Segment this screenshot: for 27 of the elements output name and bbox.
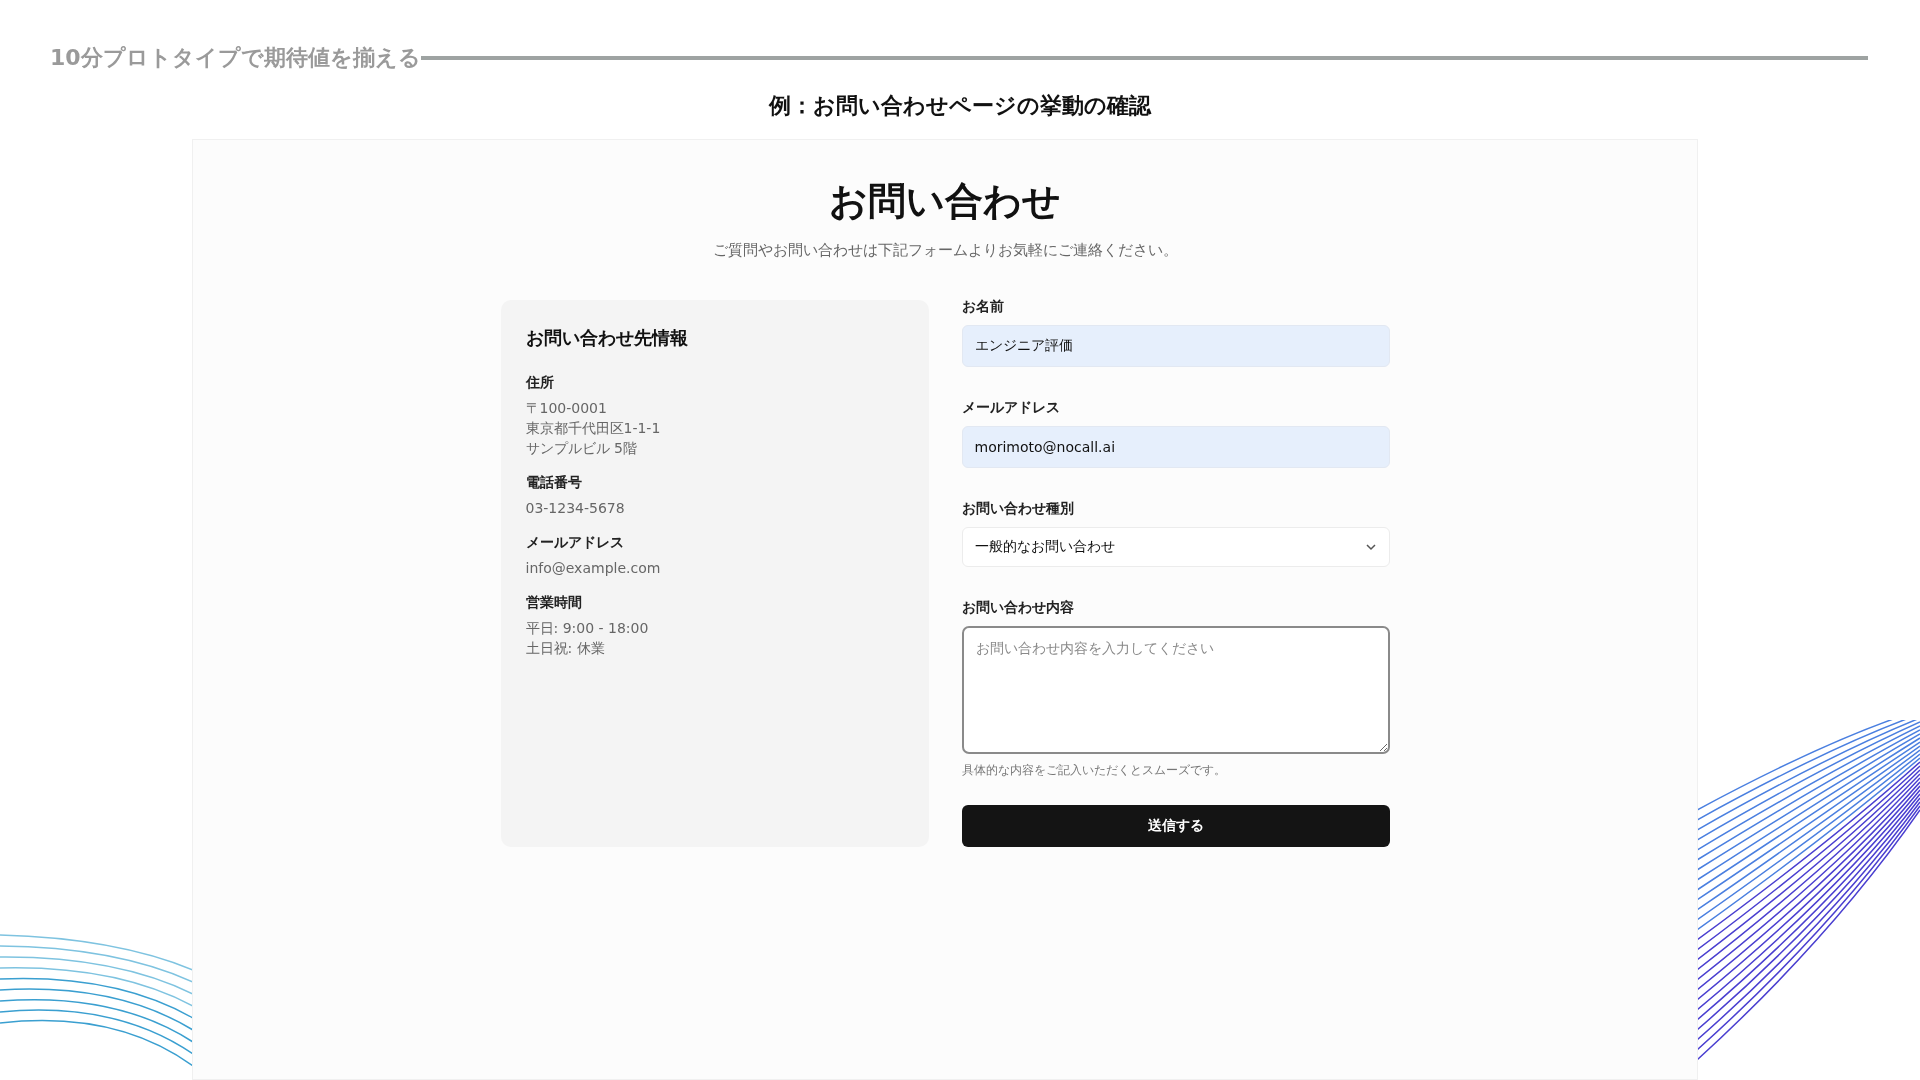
text-input[interactable]: エンジニア評価 (961, 325, 1390, 367)
select-field[interactable]: 一般的なお問い合わせ (961, 527, 1390, 567)
slide-heading: 10分プロトタイプで期待値を揃える (50, 43, 421, 72)
info-label: 電話番号 (525, 474, 583, 492)
chevron-icon (1364, 543, 1377, 551)
info-value: 土日祝: 休業 (525, 639, 606, 658)
info-value: 〒100-0001 (525, 399, 608, 418)
field-label: お問い合わせ種別 (961, 500, 1075, 518)
info-value: info@example.com (525, 559, 662, 578)
field-label: メールアドレス (961, 399, 1061, 417)
info-value: 平日: 9:00 - 18:00 (525, 619, 650, 638)
hint-text: 具体的な内容をご記入いただくとスムーズです。 (961, 762, 1227, 779)
slide-caption: 例：お問い合わせページの挙動の確認 (769, 92, 1151, 120)
info-label: メールアドレス (525, 534, 625, 552)
submit-button[interactable]: 送信する (961, 805, 1390, 847)
message-textarea[interactable]: お問い合わせ内容を入力してください (961, 626, 1390, 754)
text-input[interactable]: morimoto@nocall.ai (961, 426, 1390, 468)
info-label: 営業時間 (525, 594, 583, 612)
card-title: お問い合わせ先情報 (525, 326, 689, 350)
info-value: 03-1234-5678 (525, 499, 626, 518)
page-description: ご質問やお問い合わせは下記フォームよりお気軽にご連絡ください。 (712, 241, 1178, 260)
field-label: お名前 (961, 298, 1005, 316)
field-label: お問い合わせ内容 (961, 599, 1075, 617)
info-label: 住所 (525, 374, 555, 392)
info-value: 東京都千代田区1-1-1 (525, 419, 662, 438)
info-value: サンプルビル 5階 (525, 439, 638, 458)
page-title: お問い合わせ (829, 178, 1061, 225)
